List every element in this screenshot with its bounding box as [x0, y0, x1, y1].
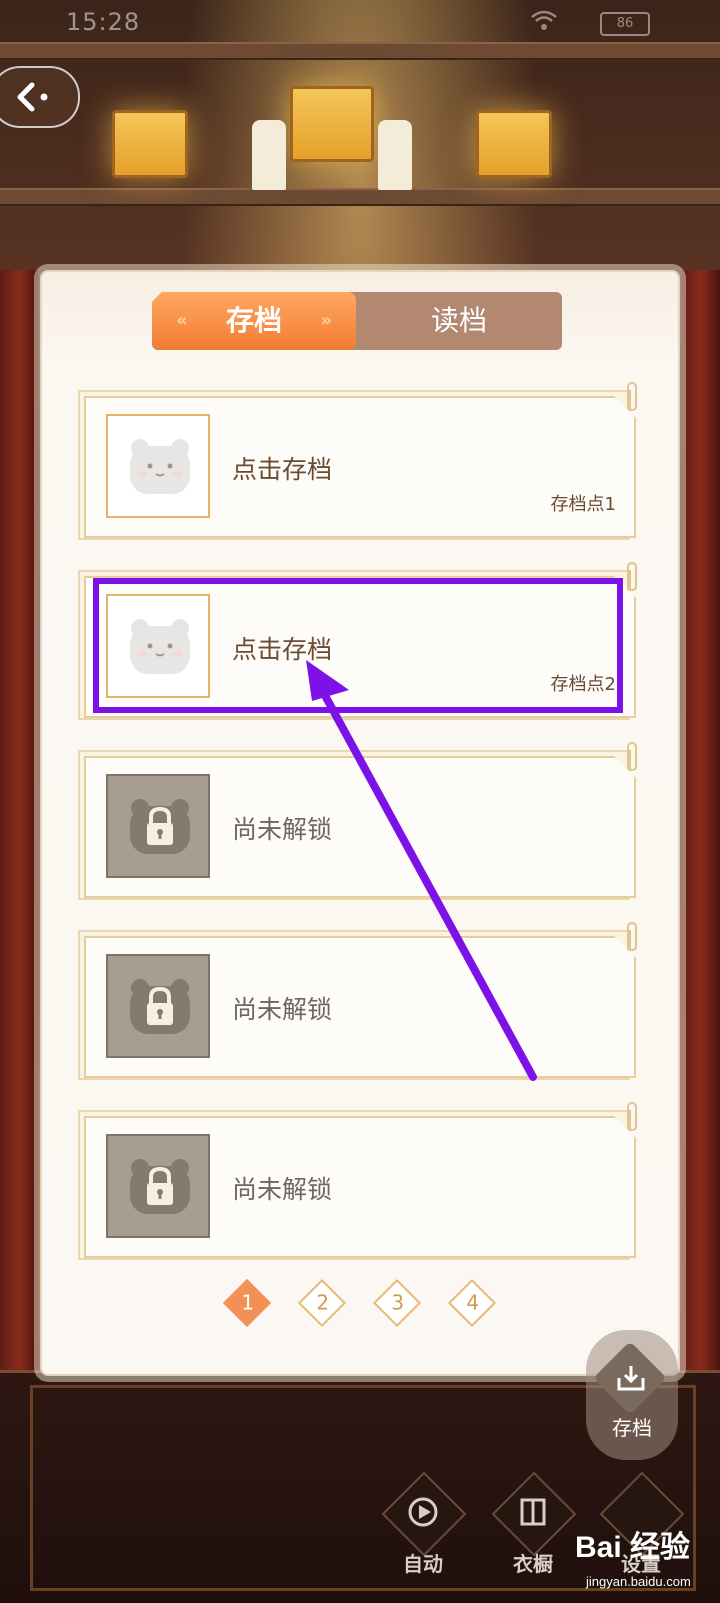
wardrobe-label: 衣橱 — [513, 1552, 553, 1576]
baidu-watermark-url: jingyan.baidu.com — [586, 1574, 691, 1589]
side-save-button[interactable]: 存档 — [586, 1330, 678, 1460]
auto-button[interactable]: 自动 — [381, 1471, 467, 1578]
play-icon — [408, 1497, 438, 1527]
side-save-label: 存档 — [612, 1416, 652, 1440]
baidu-watermark-logo: Bai 经验 — [575, 1531, 691, 1564]
auto-label: 自动 — [403, 1552, 443, 1576]
save-download-icon — [617, 1366, 645, 1391]
wardrobe-icon — [520, 1498, 546, 1526]
wardrobe-button[interactable]: 衣橱 — [491, 1471, 577, 1578]
